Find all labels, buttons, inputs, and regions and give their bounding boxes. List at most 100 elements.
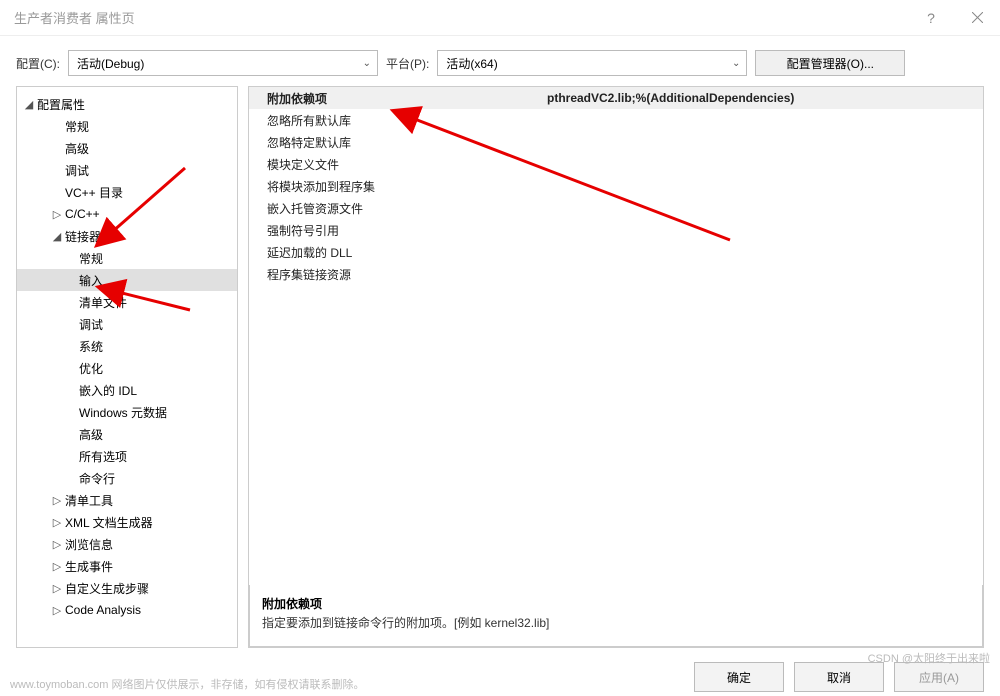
chevron-down-icon: ⌄ bbox=[363, 58, 371, 69]
property-key: 程序集链接资源 bbox=[249, 266, 541, 283]
property-row[interactable]: 程序集链接资源 bbox=[249, 263, 983, 285]
property-value[interactable]: pthreadVC2.lib;%(AdditionalDependencies) bbox=[541, 91, 983, 105]
property-row[interactable]: 延迟加载的 DLL bbox=[249, 241, 983, 263]
tree-item[interactable]: 清单文件 bbox=[17, 291, 237, 313]
description-panel: 附加依赖项 指定要添加到链接命令行的附加项。[例如 kernel32.lib] bbox=[249, 585, 983, 647]
property-row[interactable]: 强制符号引用 bbox=[249, 219, 983, 241]
tree-item[interactable]: 系统 bbox=[17, 335, 237, 357]
property-key: 延迟加载的 DLL bbox=[249, 244, 541, 261]
tree-item-label: Windows 元数据 bbox=[77, 404, 167, 421]
tree-item[interactable]: 嵌入的 IDL bbox=[17, 379, 237, 401]
tree-item[interactable]: ▷C/C++ bbox=[17, 203, 237, 225]
tree-item-label: 生成事件 bbox=[63, 558, 113, 575]
expand-icon: ▷ bbox=[51, 582, 63, 595]
property-row[interactable]: 忽略特定默认库 bbox=[249, 131, 983, 153]
tree-item[interactable]: 调试 bbox=[17, 313, 237, 335]
property-key: 嵌入托管资源文件 bbox=[249, 200, 541, 217]
chevron-down-icon: ⌄ bbox=[732, 58, 740, 69]
config-dropdown[interactable]: 活动(Debug) ⌄ bbox=[68, 50, 378, 76]
property-row[interactable]: 附加依赖项pthreadVC2.lib;%(AdditionalDependen… bbox=[249, 87, 983, 109]
window-title: 生产者消费者 属性页 bbox=[14, 8, 908, 27]
property-row[interactable]: 模块定义文件 bbox=[249, 153, 983, 175]
tree-item[interactable]: ▷Code Analysis bbox=[17, 599, 237, 621]
tree-item-label: 系统 bbox=[77, 338, 103, 355]
tree-item-label: 浏览信息 bbox=[63, 536, 113, 553]
tree-item-label: 输入 bbox=[77, 272, 103, 289]
tree-root-label: 配置属性 bbox=[35, 96, 85, 113]
tree-item[interactable]: Windows 元数据 bbox=[17, 401, 237, 423]
tree-item[interactable]: 输入 bbox=[17, 269, 237, 291]
tree-item[interactable]: ▷自定义生成步骤 bbox=[17, 577, 237, 599]
tree-item[interactable]: VC++ 目录 bbox=[17, 181, 237, 203]
tree-item-label: 常规 bbox=[63, 118, 89, 135]
tree-item-label: 清单工具 bbox=[63, 492, 113, 509]
tree-item[interactable]: ▷生成事件 bbox=[17, 555, 237, 577]
right-panel: 附加依赖项pthreadVC2.lib;%(AdditionalDependen… bbox=[248, 86, 984, 648]
platform-value: 活动(x64) bbox=[446, 55, 732, 72]
tree-item-label: 链接器 bbox=[63, 228, 101, 245]
tree-panel[interactable]: ◢ 配置属性 常规高级调试VC++ 目录▷C/C++◢链接器常规输入清单文件调试… bbox=[16, 86, 238, 648]
description-title: 附加依赖项 bbox=[262, 595, 970, 612]
tree-item-label: 嵌入的 IDL bbox=[77, 382, 137, 399]
close-button[interactable] bbox=[954, 0, 1000, 36]
tree-item[interactable]: 命令行 bbox=[17, 467, 237, 489]
expand-icon: ▷ bbox=[51, 494, 63, 507]
config-value: 活动(Debug) bbox=[77, 55, 363, 72]
tree-item[interactable]: ▷浏览信息 bbox=[17, 533, 237, 555]
tree-item[interactable]: 调试 bbox=[17, 159, 237, 181]
tree-item-label: VC++ 目录 bbox=[63, 184, 123, 201]
config-manager-button[interactable]: 配置管理器(O)... bbox=[755, 50, 905, 76]
property-key: 模块定义文件 bbox=[249, 156, 541, 173]
tree-root[interactable]: ◢ 配置属性 bbox=[17, 93, 237, 115]
tree-item[interactable]: 优化 bbox=[17, 357, 237, 379]
tree-item[interactable]: ◢链接器 bbox=[17, 225, 237, 247]
expand-icon: ▷ bbox=[51, 604, 63, 617]
watermark-left: www.toymoban.com 网络图片仅供展示，非存储，如有侵权请联系删除。 bbox=[10, 676, 364, 692]
tree-item[interactable]: 常规 bbox=[17, 247, 237, 269]
tree-item-label: Code Analysis bbox=[63, 603, 141, 617]
grid-spacer bbox=[249, 285, 983, 585]
property-row[interactable]: 嵌入托管资源文件 bbox=[249, 197, 983, 219]
description-text: 指定要添加到链接命令行的附加项。[例如 kernel32.lib] bbox=[262, 614, 970, 631]
watermark-right: CSDN @太阳终于出来啦 bbox=[868, 650, 990, 666]
property-row[interactable]: 将模块添加到程序集 bbox=[249, 175, 983, 197]
platform-label: 平台(P): bbox=[386, 55, 429, 72]
expand-icon: ▷ bbox=[51, 560, 63, 573]
tree-item-label: 调试 bbox=[77, 316, 103, 333]
tree-item-label: 所有选项 bbox=[77, 448, 127, 465]
property-grid[interactable]: 附加依赖项pthreadVC2.lib;%(AdditionalDependen… bbox=[248, 86, 984, 648]
tree-item-label: 调试 bbox=[63, 162, 89, 179]
tree-item[interactable]: ▷XML 文档生成器 bbox=[17, 511, 237, 533]
main-area: ◢ 配置属性 常规高级调试VC++ 目录▷C/C++◢链接器常规输入清单文件调试… bbox=[0, 86, 1000, 648]
tree-item-label: 命令行 bbox=[77, 470, 115, 487]
tree-item-label: C/C++ bbox=[63, 207, 100, 221]
collapse-icon: ◢ bbox=[51, 230, 63, 243]
expand-icon: ▷ bbox=[51, 516, 63, 529]
property-key: 将模块添加到程序集 bbox=[249, 178, 541, 195]
tree-item-label: XML 文档生成器 bbox=[63, 514, 153, 531]
property-key: 忽略所有默认库 bbox=[249, 112, 541, 129]
property-row[interactable]: 忽略所有默认库 bbox=[249, 109, 983, 131]
config-label: 配置(C): bbox=[16, 55, 60, 72]
tree-item-label: 自定义生成步骤 bbox=[63, 580, 149, 597]
platform-dropdown[interactable]: 活动(x64) ⌄ bbox=[437, 50, 747, 76]
help-button[interactable]: ? bbox=[908, 0, 954, 36]
tree-item[interactable]: 常规 bbox=[17, 115, 237, 137]
collapse-icon: ◢ bbox=[23, 98, 35, 111]
tree-item-label: 清单文件 bbox=[77, 294, 127, 311]
close-icon bbox=[972, 12, 983, 23]
tree-item[interactable]: 所有选项 bbox=[17, 445, 237, 467]
cancel-button[interactable]: 取消 bbox=[794, 662, 884, 692]
ok-button[interactable]: 确定 bbox=[694, 662, 784, 692]
tree-item[interactable]: 高级 bbox=[17, 137, 237, 159]
property-key: 强制符号引用 bbox=[249, 222, 541, 239]
tree-item[interactable]: ▷清单工具 bbox=[17, 489, 237, 511]
tree-item-label: 优化 bbox=[77, 360, 103, 377]
property-key: 附加依赖项 bbox=[249, 90, 541, 107]
apply-button[interactable]: 应用(A) bbox=[894, 662, 984, 692]
expand-icon: ▷ bbox=[51, 208, 63, 221]
titlebar-controls: ? bbox=[908, 0, 1000, 36]
property-key: 忽略特定默认库 bbox=[249, 134, 541, 151]
tree-item[interactable]: 高级 bbox=[17, 423, 237, 445]
tree-item-label: 常规 bbox=[77, 250, 103, 267]
